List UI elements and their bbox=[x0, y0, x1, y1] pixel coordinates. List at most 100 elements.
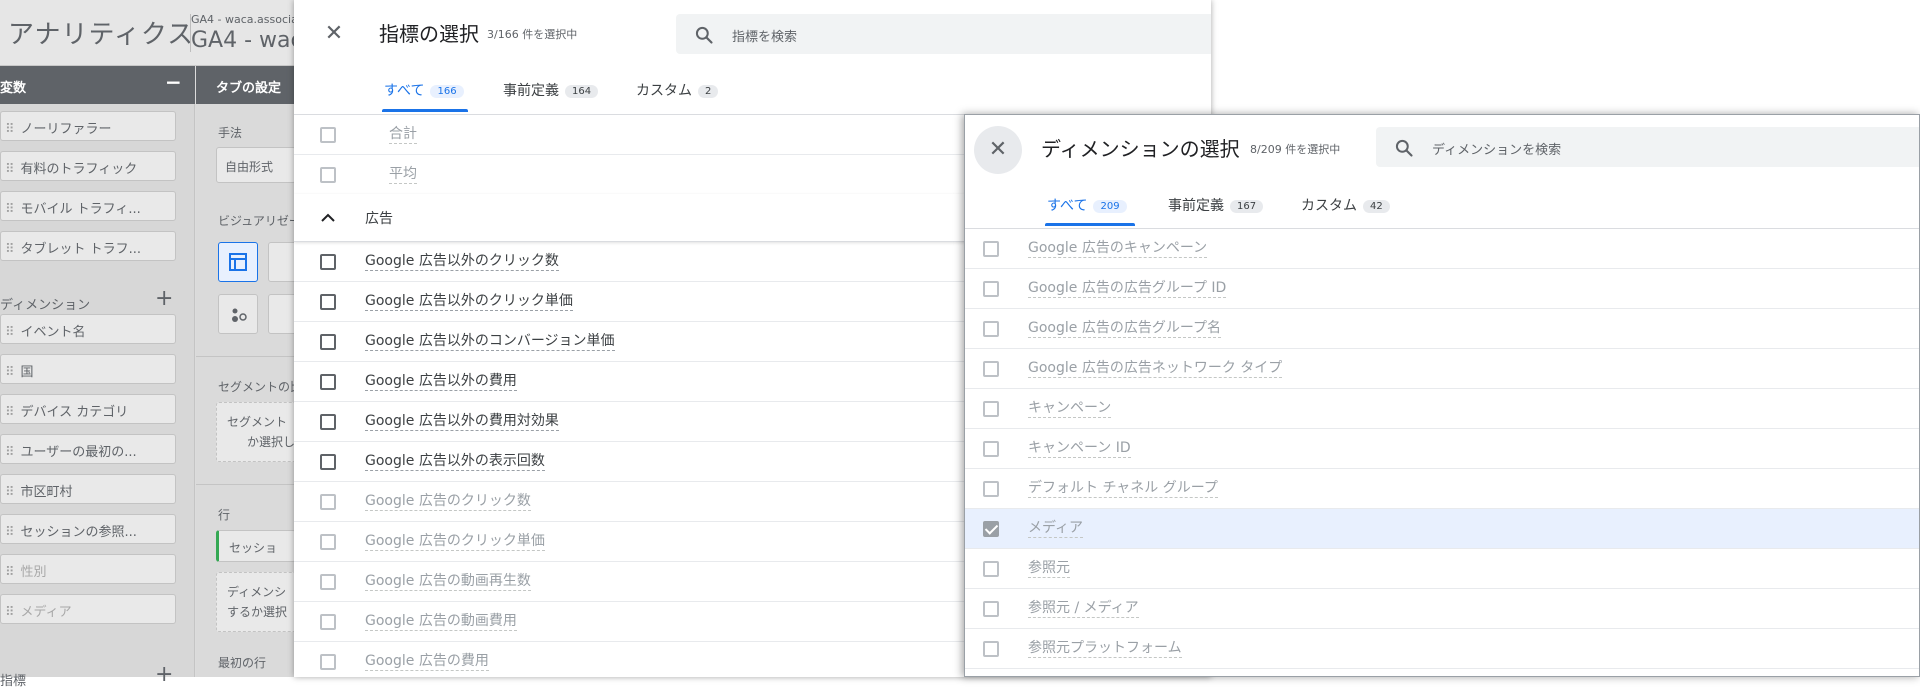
dimension-search-input[interactable]: ディメンションを検索 bbox=[1376, 127, 1919, 167]
add-metric-plus-icon[interactable]: + bbox=[155, 662, 173, 687]
drag-handle-icon[interactable]: ⠿ bbox=[5, 162, 15, 177]
segment-chip[interactable]: ⠿ ノーリファラー bbox=[0, 111, 176, 141]
drag-handle-icon[interactable]: ⠿ bbox=[5, 202, 15, 217]
close-icon[interactable]: ✕ bbox=[314, 14, 354, 54]
drag-handle-icon[interactable]: ⠿ bbox=[5, 485, 15, 500]
metric-checkbox[interactable] bbox=[320, 294, 336, 310]
first-row-label: 最初の行 bbox=[218, 656, 267, 670]
dimension-checkbox[interactable] bbox=[983, 441, 999, 457]
dimension-chip[interactable]: ⠿ 国 bbox=[0, 354, 176, 384]
method-select[interactable]: 自由形式 bbox=[216, 147, 296, 183]
dimension-checkbox[interactable] bbox=[983, 481, 999, 497]
tab-predefined[interactable]: 事前定義 164 bbox=[503, 80, 599, 100]
tab-count-badge: 209 bbox=[1093, 200, 1127, 213]
tab-all[interactable]: すべて 166 bbox=[384, 80, 464, 100]
dimension-row[interactable]: Google 広告のキャンペーン bbox=[965, 229, 1919, 269]
segment-chip-label: ノーリファラー bbox=[20, 122, 112, 137]
drag-handle-icon[interactable]: ⠿ bbox=[5, 445, 15, 460]
metric-checkbox[interactable] bbox=[320, 254, 336, 270]
metric-group-label: 広告 bbox=[365, 211, 393, 227]
dimension-checkbox[interactable] bbox=[983, 361, 999, 377]
rows-label: 行 bbox=[218, 508, 231, 522]
dimension-chip[interactable]: ⠿ ユーザーの最初の... bbox=[0, 434, 176, 464]
segment-chip[interactable]: ⠿ モバイル トラフィ... bbox=[0, 191, 176, 221]
dimension-checkbox[interactable] bbox=[983, 641, 999, 657]
metric-checkbox[interactable] bbox=[320, 414, 336, 430]
minus-icon[interactable]: − bbox=[165, 70, 182, 94]
dimension-checkbox[interactable] bbox=[983, 241, 999, 257]
drag-handle-icon[interactable]: ⠿ bbox=[5, 325, 15, 340]
metric-search-input[interactable]: 指標を検索 bbox=[676, 14, 1211, 54]
dimension-chip-label: イベント名 bbox=[20, 325, 86, 340]
drag-handle-icon[interactable]: ⠿ bbox=[5, 122, 15, 137]
segment-hint-line2: か選択し bbox=[247, 435, 296, 449]
dimension-chip-label: 市区町村 bbox=[20, 485, 73, 500]
dimension-row[interactable]: キャンペーン bbox=[965, 389, 1919, 429]
account-path[interactable]: GA4 - waca.associa bbox=[191, 13, 294, 26]
metric-checkbox bbox=[320, 167, 336, 183]
dimension-row[interactable]: Google 広告の広告ネットワーク タイプ bbox=[965, 349, 1919, 389]
row-dimension-label: セッショ bbox=[229, 541, 278, 555]
dimension-checkbox[interactable] bbox=[983, 281, 999, 297]
segment-chip-label: タブレット トラフ... bbox=[20, 242, 142, 257]
metric-checkbox[interactable] bbox=[320, 454, 336, 470]
dimension-chip[interactable]: ⠿ メディア bbox=[0, 594, 176, 624]
dimension-label: Google 広告の広告ネットワーク タイプ bbox=[1028, 360, 1283, 378]
tab-custom[interactable]: カスタム 2 bbox=[636, 80, 719, 100]
tab-predefined[interactable]: 事前定義 167 bbox=[1168, 195, 1264, 215]
dimension-chip[interactable]: ⠿ 市区町村 bbox=[0, 474, 176, 504]
chevron-up-icon bbox=[321, 213, 335, 222]
scatter-visualization-button[interactable] bbox=[218, 294, 258, 334]
drag-handle-icon[interactable]: ⠿ bbox=[5, 405, 15, 420]
segment-chip[interactable]: ⠿ タブレット トラフ... bbox=[0, 231, 176, 261]
metric-checkbox[interactable] bbox=[320, 334, 336, 350]
segment-drop-zone[interactable]: セグメント か選択し bbox=[216, 402, 296, 462]
metric-checkbox[interactable] bbox=[320, 374, 336, 390]
tab-settings-divider bbox=[196, 484, 296, 485]
tab-custom[interactable]: カスタム 42 bbox=[1301, 195, 1390, 215]
close-icon[interactable]: ✕ bbox=[974, 126, 1022, 174]
dimension-row[interactable]: 参照元プラットフォーム bbox=[965, 629, 1919, 669]
property-name[interactable]: GA4 - waca bbox=[191, 28, 294, 53]
dimension-row[interactable]: キャンペーン ID bbox=[965, 429, 1919, 469]
dimension-row[interactable]: 参照元 / メディア bbox=[965, 589, 1919, 629]
dimension-chip[interactable]: ⠿ セッションの参照... bbox=[0, 514, 176, 544]
app-title: アナリティクス bbox=[8, 20, 195, 50]
table-visualization-button[interactable] bbox=[218, 242, 258, 282]
scatter-icon bbox=[232, 308, 247, 322]
dimension-label: 参照元プラットフォーム bbox=[1028, 640, 1182, 658]
add-dimension-plus-icon[interactable]: + bbox=[155, 286, 173, 311]
dimension-checkbox[interactable] bbox=[983, 321, 999, 337]
dimension-row[interactable]: Google 広告の広告グループ名 bbox=[965, 309, 1919, 349]
metric-checkbox bbox=[320, 614, 336, 630]
dimension-checkbox[interactable] bbox=[983, 561, 999, 577]
dimension-chip-label: メディア bbox=[20, 605, 72, 620]
dimension-chip[interactable]: ⠿ 性別 bbox=[0, 554, 176, 584]
metric-checkbox bbox=[320, 534, 336, 550]
dimension-checkbox[interactable] bbox=[983, 401, 999, 417]
dimension-chip[interactable]: ⠿ イベント名 bbox=[0, 314, 176, 344]
metric-checkbox bbox=[320, 127, 336, 143]
dimension-row[interactable]: メディア bbox=[965, 509, 1919, 549]
drag-handle-icon[interactable]: ⠿ bbox=[5, 605, 15, 620]
row-dimension-chip[interactable]: セッショ bbox=[216, 530, 296, 562]
tab-count-badge: 42 bbox=[1363, 200, 1390, 213]
selection-count: 3/166 件を選択中 bbox=[487, 28, 578, 41]
dimension-checkbox[interactable] bbox=[983, 521, 999, 537]
dimension-row[interactable]: 参照元 bbox=[965, 549, 1919, 589]
segment-chip[interactable]: ⠿ 有料のトラフィック bbox=[0, 151, 176, 181]
dimension-row[interactable]: Google 広告の広告グループ ID bbox=[965, 269, 1919, 309]
tab-label: 事前定義 bbox=[503, 83, 559, 99]
row-drop-zone[interactable]: ディメンシ するか選択 bbox=[216, 572, 296, 632]
dimension-label: キャンペーン bbox=[1028, 400, 1112, 418]
dimension-chip[interactable]: ⠿ デバイス カテゴリ bbox=[0, 394, 176, 424]
drag-handle-icon[interactable]: ⠿ bbox=[5, 365, 15, 380]
active-tab-indicator bbox=[1045, 223, 1135, 226]
dimension-checkbox[interactable] bbox=[983, 601, 999, 617]
tab-all[interactable]: すべて 209 bbox=[1047, 195, 1127, 215]
dimension-row[interactable]: デフォルト チャネル グループ bbox=[965, 469, 1919, 509]
search-placeholder: 指標を検索 bbox=[732, 30, 798, 45]
drag-handle-icon[interactable]: ⠿ bbox=[5, 565, 15, 580]
drag-handle-icon[interactable]: ⠿ bbox=[5, 525, 15, 540]
drag-handle-icon[interactable]: ⠿ bbox=[5, 242, 15, 257]
